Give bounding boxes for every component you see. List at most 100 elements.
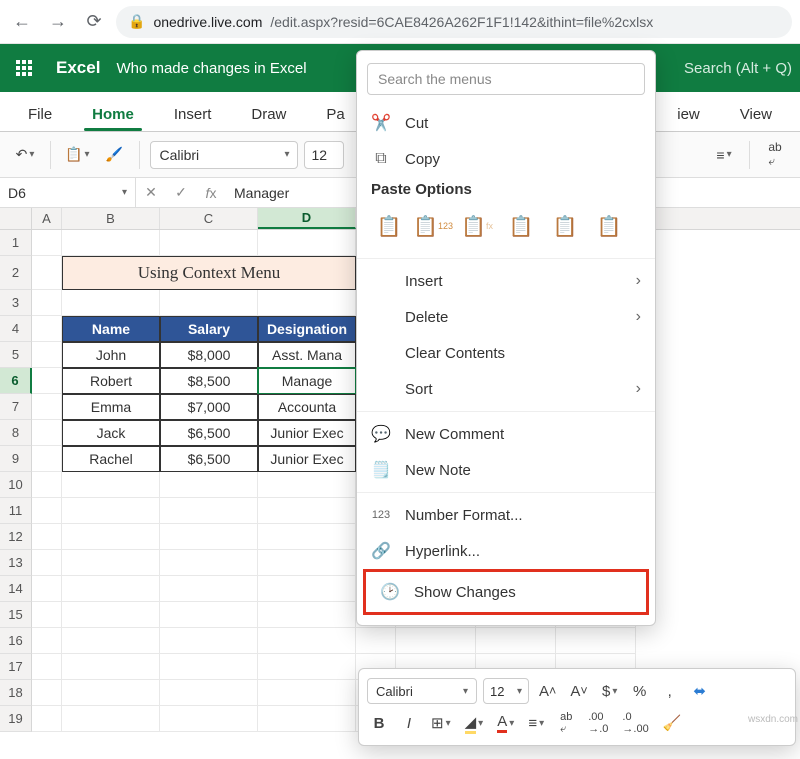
cell[interactable] <box>160 576 258 602</box>
menu-number-format[interactable]: 123Number Format... <box>357 497 655 533</box>
mini-size-select[interactable]: 12▾ <box>483 678 529 704</box>
font-family-select[interactable]: Calibri▾ <box>150 141 298 169</box>
italic-button[interactable]: I <box>397 710 421 736</box>
cell[interactable] <box>160 654 258 680</box>
cell[interactable] <box>62 706 160 732</box>
fx-cancel-icon[interactable]: ✕ <box>136 184 166 201</box>
cell[interactable] <box>62 628 160 654</box>
cell[interactable]: Name <box>62 316 160 342</box>
tab-file[interactable]: File <box>8 98 72 131</box>
row-header[interactable]: 7 <box>0 394 32 420</box>
tab-insert[interactable]: Insert <box>154 98 232 131</box>
search-hint[interactable]: Search (Alt + Q) <box>684 60 792 77</box>
cell[interactable] <box>32 342 62 368</box>
cell[interactable] <box>396 628 476 654</box>
cell[interactable]: $6,500 <box>160 446 258 472</box>
row-header[interactable]: 3 <box>0 290 32 316</box>
cell[interactable] <box>62 524 160 550</box>
cell[interactable] <box>476 628 556 654</box>
borders-button[interactable]: ⊞▾ <box>427 710 455 736</box>
cell[interactable]: $7,000 <box>160 394 258 420</box>
cell[interactable]: Rachel <box>62 446 160 472</box>
row-header[interactable]: 18 <box>0 680 32 706</box>
cell[interactable] <box>258 524 356 550</box>
cell[interactable] <box>160 230 258 256</box>
cell[interactable] <box>32 550 62 576</box>
row-header[interactable]: 16 <box>0 628 32 654</box>
menu-delete[interactable]: Delete› <box>357 299 655 335</box>
address-bar[interactable]: 🔒 onedrive.live.com/edit.aspx?resid=6CAE… <box>116 6 792 38</box>
cell[interactable] <box>32 576 62 602</box>
menu-clear-contents[interactable]: Clear Contents <box>357 335 655 371</box>
percent-icon[interactable]: % <box>628 678 652 704</box>
cell[interactable] <box>258 498 356 524</box>
mini-font-select[interactable]: Calibri▾ <box>367 678 477 704</box>
col-header[interactable]: A <box>32 208 62 229</box>
row-header[interactable]: 14 <box>0 576 32 602</box>
name-box[interactable]: D6▾ <box>0 178 136 207</box>
tab-view[interactable]: View <box>720 98 792 131</box>
menu-new-note[interactable]: 🗒️New Note <box>357 452 655 488</box>
cell[interactable] <box>556 628 636 654</box>
cell[interactable] <box>160 680 258 706</box>
fx-icon[interactable]: fx <box>196 185 226 201</box>
back-button[interactable]: ← <box>8 8 36 36</box>
cell[interactable]: Junior Exec <box>258 420 356 446</box>
forward-button[interactable]: → <box>44 8 72 36</box>
row-header[interactable]: 8 <box>0 420 32 446</box>
menu-new-comment[interactable]: 💬New Comment <box>357 416 655 452</box>
cell[interactable] <box>356 628 396 654</box>
cell[interactable] <box>32 316 62 342</box>
app-launcher-icon[interactable] <box>8 52 40 84</box>
cell[interactable] <box>258 576 356 602</box>
decrease-font-icon[interactable]: A˅ <box>566 678 591 704</box>
menu-cut[interactable]: ✂️Cut <box>357 105 655 141</box>
wrap-text-button[interactable]: ab⤶ <box>554 710 578 736</box>
row-header[interactable]: 13 <box>0 550 32 576</box>
menu-sort[interactable]: Sort› <box>357 371 655 407</box>
paste-button[interactable]: 📋▾ <box>61 140 93 170</box>
menu-insert[interactable]: Insert› <box>357 263 655 299</box>
cell[interactable] <box>160 550 258 576</box>
paste-formatting-icon[interactable]: 📋 <box>547 208 583 244</box>
cell[interactable] <box>258 290 356 316</box>
row-header[interactable]: 19 <box>0 706 32 732</box>
format-painter-button[interactable]: 🖌️ <box>99 140 129 170</box>
cell[interactable]: $8,000 <box>160 342 258 368</box>
col-header[interactable]: C <box>160 208 258 229</box>
cell[interactable] <box>32 654 62 680</box>
align-button[interactable]: ≡▾ <box>709 140 739 170</box>
cell[interactable]: Robert <box>62 368 160 394</box>
fill-color-button[interactable]: ◢▾ <box>461 710 488 736</box>
cell[interactable] <box>32 602 62 628</box>
decrease-decimal-button[interactable]: .00→.0 <box>584 710 612 736</box>
row-header[interactable]: 15 <box>0 602 32 628</box>
menu-show-changes[interactable]: 🕑Show Changes <box>366 572 646 612</box>
cell[interactable] <box>258 680 356 706</box>
cell[interactable] <box>32 420 62 446</box>
row-header[interactable]: 2 <box>0 256 32 290</box>
cell[interactable] <box>62 602 160 628</box>
fx-accept-icon[interactable]: ✓ <box>166 184 196 201</box>
col-header[interactable]: D <box>258 208 356 229</box>
align-button[interactable]: ≡▾ <box>524 710 548 736</box>
cell[interactable]: Using Context Menu <box>62 256 356 290</box>
menu-copy[interactable]: ⧉Copy <box>357 141 655 177</box>
increase-font-icon[interactable]: A˄ <box>535 678 560 704</box>
cell[interactable] <box>258 654 356 680</box>
cell[interactable] <box>160 472 258 498</box>
cell[interactable] <box>62 498 160 524</box>
font-color-button[interactable]: A▾ <box>493 710 518 736</box>
cell[interactable] <box>32 628 62 654</box>
menu-hyperlink[interactable]: 🔗Hyperlink... <box>357 533 655 569</box>
cell[interactable] <box>32 472 62 498</box>
cell[interactable] <box>32 230 62 256</box>
cell[interactable] <box>258 706 356 732</box>
comma-icon[interactable]: , <box>658 678 682 704</box>
cell[interactable] <box>160 290 258 316</box>
paste-icon[interactable]: 📋 <box>371 208 407 244</box>
paste-values-icon[interactable]: 📋123 <box>415 208 451 244</box>
cell[interactable]: $8,500 <box>160 368 258 394</box>
row-header[interactable]: 9 <box>0 446 32 472</box>
font-size-select[interactable]: 12 <box>304 141 344 169</box>
